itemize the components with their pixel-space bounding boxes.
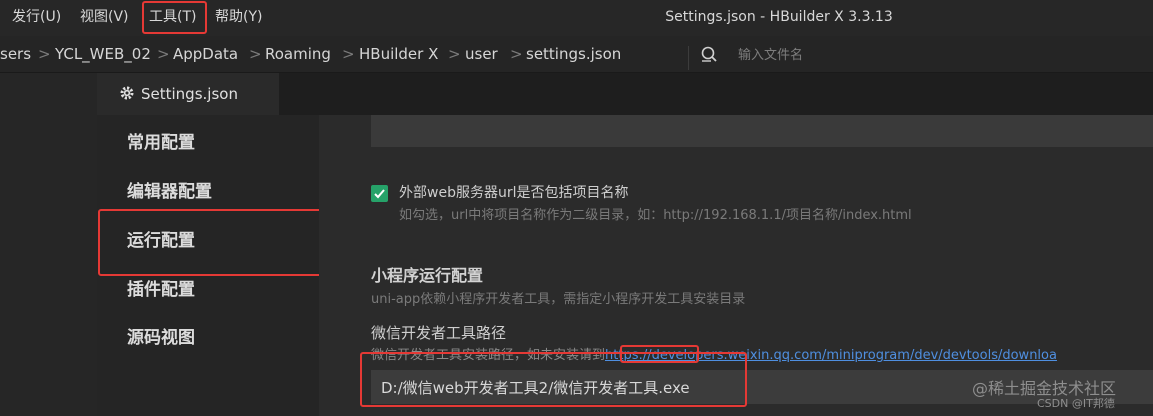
breadcrumb-item[interactable]: Roaming: [265, 45, 331, 63]
breadcrumb-separator: >: [249, 45, 262, 63]
breadcrumb-item[interactable]: AppData: [173, 45, 238, 63]
tab-settings-json[interactable]: Settings.json: [97, 73, 279, 115]
breadcrumb-separator: >: [510, 45, 523, 63]
tab-bar: Settings.json: [97, 73, 1153, 115]
highlight-box-run-config: [98, 209, 332, 276]
gear-icon: [119, 85, 135, 105]
breadcrumb-separator: >: [448, 45, 461, 63]
breadcrumb-separator: >: [38, 45, 51, 63]
search-input[interactable]: [736, 44, 1040, 66]
file-search: [700, 38, 1153, 70]
sidebar-item-plugins[interactable]: 插件配置: [127, 279, 195, 301]
breadcrumb-item[interactable]: settings.json: [526, 45, 621, 63]
sidebar-item-editor[interactable]: 编辑器配置: [127, 181, 212, 203]
watermark-csdn: CSDN @IT邦德: [1037, 397, 1115, 410]
setting-input-field[interactable]: [371, 115, 1153, 147]
sidebar-item-source-view[interactable]: 源码视图: [127, 327, 195, 349]
breadcrumb-item[interactable]: HBuilder X: [359, 45, 438, 63]
divider: [688, 46, 689, 70]
tab-label: Settings.json: [141, 85, 238, 103]
activity-strip: [0, 73, 97, 416]
sidebar-item-general[interactable]: 常用配置: [127, 132, 195, 154]
watermark-juejin: @稀土掘金技术社区: [972, 379, 1117, 398]
checkmark-icon: [374, 189, 385, 199]
breadcrumb-separator: >: [342, 45, 355, 63]
miniprogram-section-subtitle: uni-app依赖小程序开发者工具，需指定小程序开发工具安装目录: [371, 292, 746, 307]
external-server-label: 外部web服务器url是否包括项目名称: [399, 185, 629, 201]
highlight-box-tools: [142, 1, 207, 34]
miniprogram-section-title: 小程序运行配置: [371, 266, 484, 285]
breadcrumb-separator: >: [157, 45, 170, 63]
highlight-box-link: [620, 345, 699, 363]
breadcrumb-item[interactable]: YCL_WEB_02: [55, 45, 151, 63]
external-server-hint: 如勾选，url中将项目名称作为二级目录，如：http://192.168.1.1…: [399, 208, 912, 223]
external-server-checkbox[interactable]: [371, 185, 388, 202]
wechat-path-label: 微信开发者工具路径: [371, 324, 507, 342]
breadcrumb-item[interactable]: user: [465, 45, 498, 63]
search-icon[interactable]: [700, 45, 720, 69]
breadcrumb-item[interactable]: sers: [0, 45, 31, 63]
